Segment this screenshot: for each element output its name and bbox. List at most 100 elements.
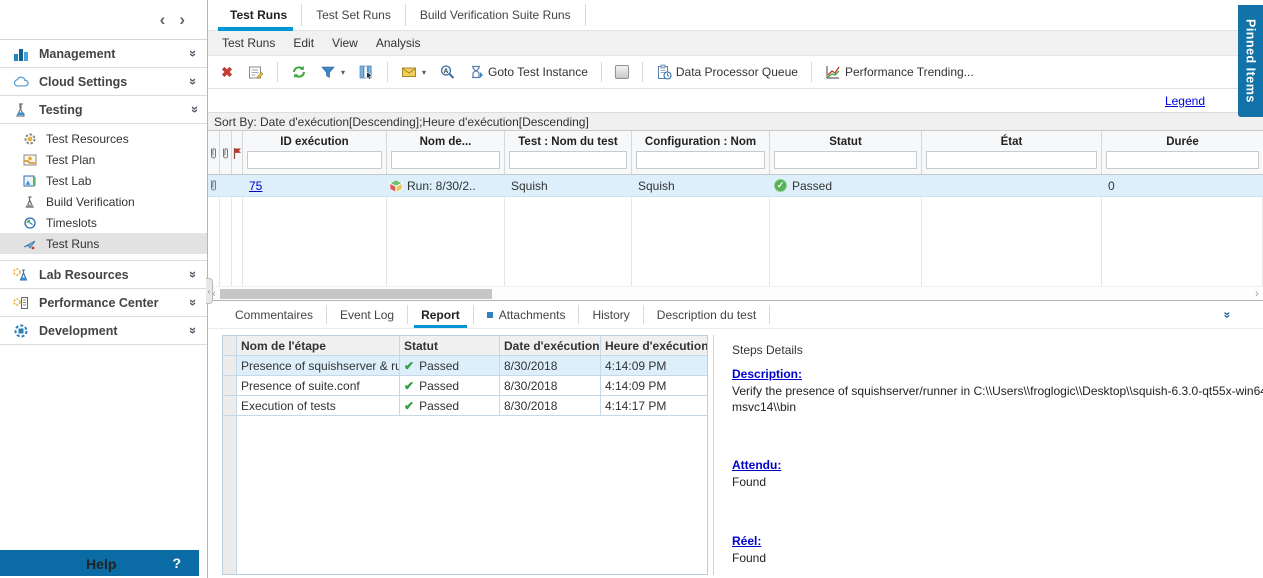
steps-details-panel: Steps Details Description: Verify the pr…: [713, 335, 1263, 575]
column-statut[interactable]: Statut: [400, 336, 500, 355]
send-mail-button[interactable]: ▾: [398, 62, 429, 82]
tab-test-set-runs[interactable]: Test Set Runs: [302, 4, 406, 26]
help-button[interactable]: Help ?: [0, 550, 199, 576]
menu-view[interactable]: View: [332, 36, 358, 50]
filter-nom-input[interactable]: [391, 151, 500, 169]
scrollbar-track[interactable]: [220, 289, 1251, 299]
tab-test-runs[interactable]: Test Runs: [216, 4, 302, 26]
filter-button[interactable]: ▾: [317, 62, 348, 82]
sidebar-section-performance-center[interactable]: Performance Center »: [0, 289, 207, 317]
data-processor-queue-button[interactable]: Data Processor Queue: [653, 62, 801, 82]
tab-build-verification-suite-runs[interactable]: Build Verification Suite Runs: [406, 4, 586, 26]
goto-hourglass-icon: [468, 64, 484, 80]
chevron-double-down-icon[interactable]: »: [186, 327, 201, 334]
section-label: Development: [39, 324, 190, 338]
find-button[interactable]: A: [436, 62, 458, 82]
column-etat[interactable]: État: [922, 131, 1102, 174]
filter-statut-input[interactable]: [774, 151, 917, 169]
sidebar-item-test-lab[interactable]: Test Lab: [0, 170, 207, 191]
row-gutter: [223, 336, 237, 355]
select-columns-button[interactable]: [355, 62, 377, 82]
sidebar-item-test-runs[interactable]: Test Runs: [0, 233, 207, 254]
column-duree[interactable]: Durée: [1102, 131, 1263, 174]
sidebar-item-build-verification[interactable]: Build Verification: [0, 191, 207, 212]
run-name-cell: Run: 8/30/2..: [407, 179, 476, 193]
tab-history[interactable]: History: [579, 305, 643, 324]
filter-configuration-input[interactable]: [636, 151, 765, 169]
nav-back-icon[interactable]: ‹: [160, 11, 166, 28]
section-label: Testing: [39, 103, 190, 117]
column-nom-de[interactable]: Nom de...: [387, 131, 505, 174]
goto-test-instance-button[interactable]: Goto Test Instance: [465, 62, 591, 82]
tab-commentaires[interactable]: Commentaires: [222, 305, 327, 324]
chevron-double-down-icon[interactable]: »: [186, 299, 201, 306]
menu-analysis[interactable]: Analysis: [376, 36, 421, 50]
reel-link[interactable]: Réel:: [732, 534, 761, 548]
step-row[interactable]: Execution of tests ✔Passed 8/30/2018 4:1…: [223, 396, 707, 416]
sidebar-item-test-plan[interactable]: Test Plan: [0, 149, 207, 170]
performance-trending-button[interactable]: Performance Trending...: [822, 62, 977, 82]
lab-resources-icon: [12, 267, 30, 283]
sidebar-item-timeslots[interactable]: Timeslots: [0, 212, 207, 233]
column-nom-de-letape[interactable]: Nom de l'étape: [237, 336, 400, 355]
sidebar-item-label: Test Runs: [46, 237, 99, 251]
text-size-button[interactable]: [612, 63, 632, 81]
pinned-items-tab[interactable]: Pinned Items: [1238, 5, 1263, 117]
build-verification-icon: [22, 195, 38, 209]
refresh-button[interactable]: [288, 62, 310, 82]
menu-edit[interactable]: Edit: [293, 36, 314, 50]
sidebar-item-test-resources[interactable]: Test Resources: [0, 128, 207, 149]
chevron-double-up-icon[interactable]: «: [186, 106, 201, 113]
nav-forward-icon[interactable]: ›: [179, 11, 185, 28]
sidebar-section-lab-resources[interactable]: Lab Resources »: [0, 261, 207, 289]
column-statut[interactable]: Statut: [770, 131, 922, 174]
column-configuration-nom[interactable]: Configuration : Nom: [632, 131, 770, 174]
column-test-nom-du-test[interactable]: Test : Nom du test: [505, 131, 632, 174]
column-heure-execution[interactable]: Heure d'exécution: [601, 336, 707, 355]
sidebar-section-testing[interactable]: Testing «: [0, 96, 207, 124]
attachment-column-header-2[interactable]: [220, 131, 232, 174]
attendu-link[interactable]: Attendu:: [732, 458, 781, 472]
chevron-double-down-icon[interactable]: »: [186, 271, 201, 278]
sidebar-section-cloud-settings[interactable]: Cloud Settings »: [0, 68, 207, 96]
find-magnifier-icon: A: [439, 64, 455, 80]
filter-duree-input[interactable]: [1106, 151, 1259, 169]
check-icon: ✔: [404, 399, 414, 413]
sidebar-item-label: Timeslots: [46, 216, 97, 230]
delete-run-button[interactable]: ✖: [216, 62, 238, 82]
column-id-execution[interactable]: ID exécution: [243, 131, 387, 174]
flag-column-header[interactable]: [232, 131, 243, 174]
panel-collapse-icon[interactable]: »: [1221, 312, 1235, 319]
chevron-double-down-icon[interactable]: »: [186, 50, 201, 57]
run-details-button[interactable]: [245, 62, 267, 82]
legend-link[interactable]: Legend: [1165, 94, 1205, 108]
sidebar-collapse-handle[interactable]: ‹: [206, 278, 213, 304]
filter-test-name-input[interactable]: [509, 151, 627, 169]
grid-header: ID exécution Nom de... Test : Nom du tes…: [208, 131, 1263, 175]
step-status-cell: ✔Passed: [400, 356, 500, 375]
filter-id-execution-input[interactable]: [247, 151, 382, 169]
column-label: ID exécution: [243, 131, 386, 148]
paperclip-icon: [209, 147, 218, 160]
sidebar-section-development[interactable]: Development »: [0, 317, 207, 345]
scrollbar-thumb[interactable]: [220, 289, 492, 299]
run-id-link[interactable]: 75: [249, 179, 262, 193]
step-row[interactable]: Presence of squishserver & runne ✔Passed…: [223, 356, 707, 376]
menu-test-runs[interactable]: Test Runs: [222, 36, 275, 50]
tab-report[interactable]: Report: [408, 305, 474, 324]
tab-description-du-test[interactable]: Description du test: [644, 305, 770, 324]
attachment-column-header[interactable]: [208, 131, 220, 174]
row-gutter: [223, 356, 237, 375]
scroll-right-icon[interactable]: ›: [1251, 288, 1263, 300]
chevron-double-down-icon[interactable]: »: [186, 78, 201, 85]
sidebar-section-management[interactable]: Management »: [0, 40, 207, 68]
filter-etat-input[interactable]: [926, 151, 1097, 169]
column-date-execution[interactable]: Date d'exécution: [500, 336, 601, 355]
step-row[interactable]: Presence of suite.conf ✔Passed 8/30/2018…: [223, 376, 707, 396]
tab-event-log[interactable]: Event Log: [327, 305, 408, 324]
description-link[interactable]: Description:: [732, 367, 802, 381]
tab-attachments[interactable]: Attachments: [474, 305, 580, 324]
horizontal-scrollbar[interactable]: ‹ ›: [208, 286, 1263, 300]
performance-center-icon: [12, 295, 30, 311]
test-run-row[interactable]: 75 Run: 8/30/2.. Squish Squish ✓Passed 0: [208, 175, 1263, 197]
